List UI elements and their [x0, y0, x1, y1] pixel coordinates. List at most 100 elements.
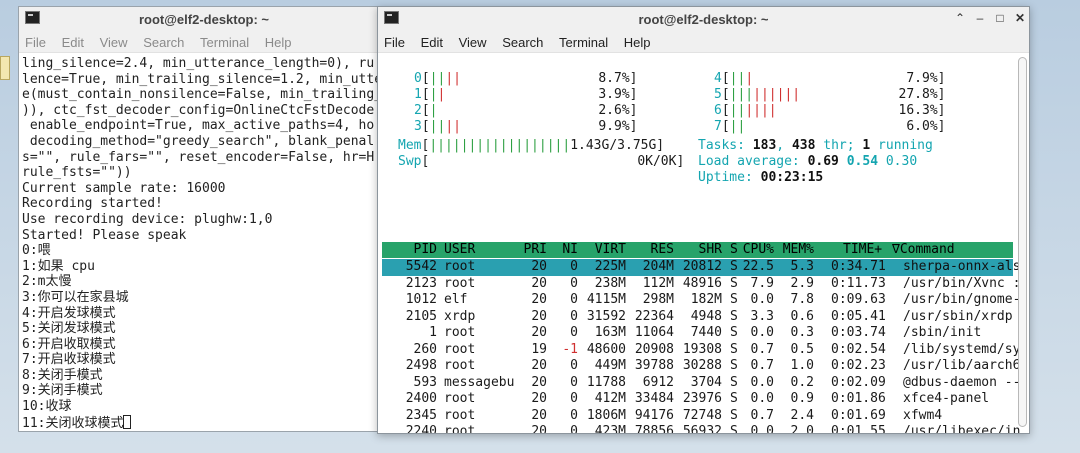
load-15: 0.30: [885, 154, 918, 169]
column-header[interactable]: SHR: [699, 242, 722, 258]
column-header[interactable]: ∇Command: [892, 242, 955, 258]
table-row[interactable]: 2498 root 20 0 449M 39788 30288 S 0.7 1.0 0:02.23 /…: [382, 358, 1021, 375]
close-icon[interactable]: ✕: [1012, 10, 1028, 26]
uptime-value: 00:23:15: [760, 170, 824, 185]
terminal-line: 8:关闭手模式: [22, 367, 103, 383]
cell-cmd: /usr/bin/gnome-: [903, 292, 1021, 307]
cell-user: root: [444, 341, 476, 357]
cell-res: 94176: [634, 407, 674, 423]
cell-virt: 163M: [594, 325, 626, 340]
cell-user: root: [444, 391, 476, 406]
cell-cpu: 0.0: [750, 391, 774, 406]
menu-edit[interactable]: Edit: [56, 31, 90, 50]
process-table-header[interactable]: PID USER PRI NI VIRT RES SHR S CPU% MEM% TIME+ ∇Com…: [382, 242, 1013, 258]
column-header[interactable]: MEM%: [783, 242, 814, 258]
column-header[interactable]: PID: [414, 242, 437, 258]
terminal-window-right[interactable]: root@elf2-desktop: ~ ⌃ – □ ✕ File Edit V…: [377, 6, 1030, 434]
cell-virt: 4115M: [586, 292, 626, 307]
uptime-label: Uptime:: [698, 170, 753, 185]
column-header[interactable]: VIRT: [595, 242, 626, 258]
cell-res: 112M: [642, 275, 674, 291]
table-row[interactable]: 593 messagebu 20 0 11788 6912 3704 S 0.0 0.2 0:02.…: [382, 374, 1021, 392]
cell-pid: 1: [429, 325, 437, 340]
menu-file[interactable]: File: [378, 31, 411, 50]
table-row[interactable]: 260 root 19 -1 48600 20908 19308 S 0.7 0.5 0:02.54…: [382, 341, 1021, 359]
scrollbar[interactable]: [1018, 57, 1027, 427]
cell-mem: 0.3: [790, 325, 814, 340]
cell-pri: 20: [531, 308, 547, 324]
cell-user: root: [444, 259, 476, 274]
chevron-up-icon[interactable]: ⌃: [952, 10, 968, 26]
minimize-icon[interactable]: –: [972, 10, 988, 26]
menu-terminal[interactable]: Terminal: [553, 31, 614, 50]
cell-res: 298M: [642, 292, 674, 307]
table-row[interactable]: 5542 root 20 0 225M 204M 20812 S 22.5 5.3 0:34.71 s…: [382, 259, 1020, 276]
column-header[interactable]: TIME+: [843, 242, 882, 258]
terminal-line: 10:收球: [22, 399, 72, 415]
terminal-output[interactable]: ling_silence=2.4, min_utterance_length=0…: [19, 53, 389, 431]
menu-help[interactable]: Help: [618, 31, 657, 50]
cell-s: S: [730, 424, 738, 434]
table-row[interactable]: 1 root 20 0 163M 11064 7440 S 0.0 0.3 0:03.74/sbin…: [382, 325, 1013, 342]
menu-view[interactable]: View: [94, 31, 134, 50]
column-header[interactable]: S: [730, 242, 738, 258]
maximize-icon[interactable]: □: [992, 10, 1008, 26]
column-header[interactable]: RES: [651, 242, 674, 258]
column-header[interactable]: USER: [444, 242, 475, 258]
column-header[interactable]: NI: [562, 242, 578, 258]
cell-cpu: 0.0: [750, 292, 774, 307]
desktop-file-icon[interactable]: [0, 56, 10, 80]
table-row[interactable]: 2123 root 20 0 238M 112M 48916 S 7.9 2.9 0:11.73/u…: [382, 275, 1021, 293]
menu-search[interactable]: Search: [137, 31, 190, 50]
cpu-percent: 27.8%: [898, 87, 938, 102]
cell-user: root: [444, 407, 476, 423]
cell-pid: 260: [413, 341, 437, 357]
table-row[interactable]: 2105 xrdp 20 0 31592 22364 4948 S 3.3 0.6 0:05.41 /…: [382, 309, 1013, 326]
table-row[interactable]: 2240 root 20 0 423M 78856 56932 S 0.0 2.0 0:01.55 /…: [382, 424, 1021, 434]
table-row[interactable]: 2345 root 20 0 1806M 94176 72748 S 0.7 2.4 0:01.69…: [382, 408, 1013, 425]
titlebar[interactable]: root@elf2-desktop: ~ ⌃ – □ ✕: [378, 7, 1029, 31]
htop-screen[interactable]: 0[|||| 8.7%] 1[|| 3.9%] 2[| 2.6%] 3[|||| 9.9%] 4…: [378, 53, 1021, 434]
terminal-window-left[interactable]: root@elf2-desktop: ~ File Edit View Sear…: [18, 6, 390, 432]
terminal-line: Started! Please speak: [22, 227, 187, 243]
cpu-id: 6: [714, 103, 722, 118]
cell-time: 0:01.55: [831, 424, 886, 434]
cell-cmd: xfwm4: [903, 407, 943, 423]
menu-terminal[interactable]: Terminal: [194, 31, 255, 50]
table-row[interactable]: 2400 root 20 0 412M 33484 23976 S 0.0 0.9 0:01.86 x…: [382, 391, 1013, 408]
cell-s: S: [730, 407, 738, 423]
menu-view[interactable]: View: [453, 31, 493, 50]
menu-edit[interactable]: Edit: [415, 31, 449, 50]
cell-virt: 412M: [594, 391, 626, 406]
cell-mem: 2.4: [790, 407, 814, 423]
terminal-line: 2:m太慢: [22, 274, 72, 290]
load-1: 0.69: [807, 154, 839, 169]
cell-shr: 30288: [682, 358, 722, 373]
cell-shr: 23976: [682, 391, 722, 406]
swap-value: 0K/0K: [637, 154, 677, 169]
terminal-line: 0:喂: [22, 243, 51, 259]
table-row[interactable]: 1012 elf 20 0 4115M 298M 182M S 0.0 7.8 0:09.63/us…: [382, 292, 1021, 309]
terminal-line: enable_endpoint=True, max_active_paths=4…: [22, 118, 375, 134]
cell-s: S: [730, 374, 738, 390]
cell-mem: 0.2: [790, 374, 814, 390]
menu-help[interactable]: Help: [259, 31, 298, 50]
titlebar[interactable]: root@elf2-desktop: ~: [19, 7, 389, 31]
menu-search[interactable]: Search: [496, 31, 549, 50]
cell-cmd: sherpa-onnx-als: [903, 259, 1021, 274]
column-header[interactable]: PRI: [524, 242, 547, 258]
tasks-label: Tasks:: [698, 138, 745, 153]
cell-cmd: /usr/bin/Xvnc :: [903, 275, 1021, 291]
terminal-line: ling_silence=2.4, min_utterance_length=0…: [22, 56, 375, 71]
cell-shr: 3704: [690, 374, 722, 390]
column-header[interactable]: CPU%: [743, 242, 774, 258]
cell-mem: 1.0: [790, 358, 814, 373]
cell-shr: 48916: [682, 275, 722, 291]
cell-user: root: [444, 275, 476, 291]
cell-time: 0:09.63: [831, 292, 886, 307]
cell-cmd: /sbin/init: [903, 325, 982, 340]
menu-file[interactable]: File: [19, 31, 52, 50]
cell-virt: 48600: [586, 341, 626, 357]
cell-virt: 225M: [594, 259, 626, 274]
cell-s: S: [730, 308, 738, 324]
